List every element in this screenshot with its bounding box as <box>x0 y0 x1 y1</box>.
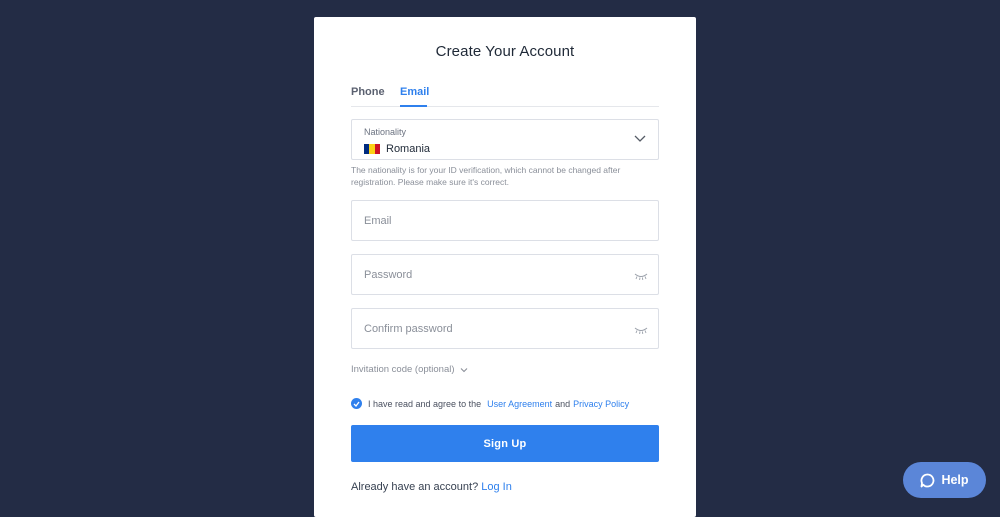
checkmark-icon <box>353 401 360 407</box>
confirm-password-field[interactable] <box>352 309 658 348</box>
nationality-value: Romania <box>364 143 430 155</box>
nationality-value-text: Romania <box>386 143 431 155</box>
chevron-down-icon <box>460 367 467 372</box>
invitation-code-toggle[interactable]: Invitation code (optional) <box>351 364 468 375</box>
password-field[interactable] <box>352 255 658 294</box>
romania-flag-icon <box>364 144 380 154</box>
eye-closed-icon[interactable] <box>634 326 648 334</box>
agreement-and: and <box>555 398 571 409</box>
help-label: Help <box>941 473 969 487</box>
sign-up-button[interactable]: Sign Up <box>351 425 659 462</box>
confirm-password-field-wrapper <box>351 308 659 349</box>
nationality-select[interactable]: Nationality Romania <box>351 119 659 160</box>
login-prompt: Already have an account? <box>351 481 479 493</box>
nationality-hint: The nationality is for your ID verificat… <box>351 165 621 187</box>
user-agreement-link[interactable]: User Agreement <box>487 399 552 409</box>
email-field-wrapper <box>351 200 659 241</box>
login-link[interactable]: Log In <box>481 481 512 493</box>
agreement-text: I have read and agree to the <box>368 398 482 409</box>
eye-closed-icon[interactable] <box>634 272 648 280</box>
agreement-checkbox[interactable] <box>351 398 362 409</box>
help-button[interactable]: Help <box>903 462 986 498</box>
signup-card: Create Your Account Phone Email National… <box>314 17 696 517</box>
tab-bar: Phone Email <box>351 85 659 107</box>
privacy-policy-link[interactable]: Privacy Policy <box>573 399 629 409</box>
tab-phone[interactable]: Phone <box>351 86 385 98</box>
agreement-row: I have read and agree to the User Agreem… <box>351 398 629 409</box>
tab-email[interactable]: Email <box>400 86 429 98</box>
nationality-label: Nationality <box>364 127 407 137</box>
chat-bubble-icon <box>921 473 935 487</box>
invitation-code-label: Invitation code (optional) <box>351 364 455 375</box>
chevron-down-icon[interactable] <box>634 133 646 143</box>
active-tab-indicator <box>400 105 427 107</box>
password-field-wrapper <box>351 254 659 295</box>
page-title: Create Your Account <box>435 43 575 60</box>
email-field[interactable] <box>352 201 658 240</box>
login-row: Already have an account? Log In <box>351 481 512 493</box>
